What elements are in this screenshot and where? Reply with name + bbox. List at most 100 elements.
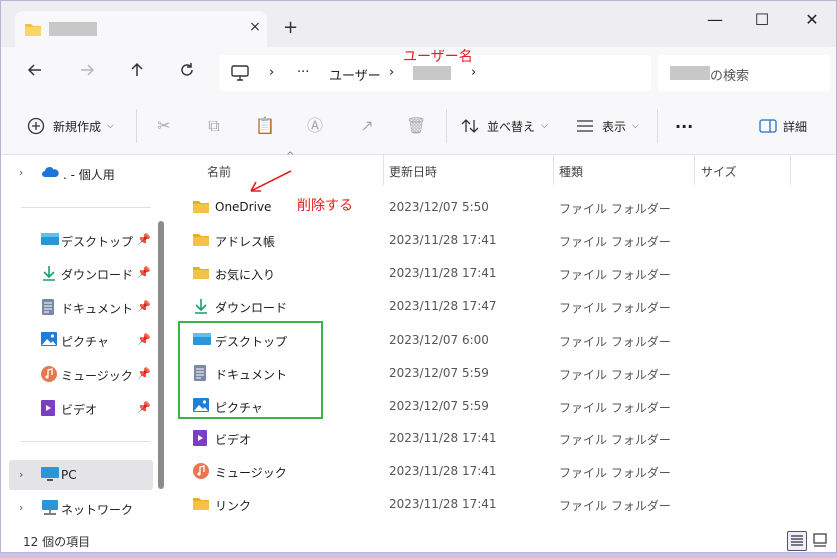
annotation-delete: 削除する: [297, 198, 353, 214]
table-row[interactable]: アドレス帳 2023/11/28 17:41 ファイル フォルダー: [191, 225, 801, 255]
sidebar-item-onedrive[interactable]: › . - 個人用: [9, 158, 153, 188]
file-date: 2023/12/07 6:00: [389, 333, 489, 347]
annotation-username: ユーザー名: [403, 49, 473, 65]
view-list-icon: [577, 120, 593, 132]
folder-icon: [193, 498, 209, 510]
details-pane-button[interactable]: 詳細: [759, 115, 807, 137]
video-icon: [193, 430, 207, 446]
rename-icon[interactable]: Ⓐ: [305, 116, 325, 136]
sort-ascending-icon: ^: [286, 151, 295, 162]
sort-button[interactable]: 並べ替え ⌵: [461, 115, 548, 137]
chevron-right-icon[interactable]: ›: [471, 65, 476, 80]
sidebar-item-downloads[interactable]: ダウンロード 📌: [9, 258, 153, 288]
file-date: 2023/11/28 17:41: [389, 266, 497, 280]
sidebar-item-music[interactable]: ミュージック 📌: [9, 359, 153, 389]
sidebar-divider: [21, 441, 151, 442]
pin-icon[interactable]: 📌: [137, 266, 151, 279]
file-type: ファイル フォルダー: [559, 433, 671, 447]
share-icon[interactable]: ↗: [357, 116, 377, 136]
view-button[interactable]: 表示 ⌵: [576, 115, 639, 137]
pin-icon[interactable]: 📌: [137, 300, 151, 313]
new-label: 新規作成: [53, 119, 102, 134]
file-date: 2023/12/07 5:59: [389, 399, 489, 413]
table-row[interactable]: お気に入り 2023/11/28 17:41 ファイル フォルダー: [191, 258, 801, 288]
video-icon: [41, 400, 55, 416]
sidebar-item-pc[interactable]: › PC: [9, 460, 153, 490]
details-pane-icon: [759, 119, 777, 133]
music-icon: [193, 463, 209, 479]
file-date: 2023/12/07 5:59: [389, 366, 489, 380]
chevron-right-icon[interactable]: ›: [269, 65, 274, 80]
column-header-size[interactable]: サイズ: [701, 163, 737, 180]
column-header-type[interactable]: 種類: [559, 163, 583, 180]
title-bar: × + — ☐ ✕: [1, 1, 836, 47]
arrow-left-icon: [27, 64, 41, 76]
sidebar-item-label: ダウンロード: [61, 268, 134, 282]
copy-icon[interactable]: ⧉: [204, 116, 224, 136]
file-name: リンク: [215, 499, 252, 513]
search-input[interactable]: の検索: [658, 55, 830, 91]
sidebar-item-videos[interactable]: ビデオ 📌: [9, 393, 153, 423]
pictures-icon: [41, 332, 57, 346]
sidebar-divider: [21, 207, 151, 208]
view-label: 表示: [602, 119, 627, 134]
chevron-right-icon[interactable]: ›: [19, 166, 23, 179]
file-name: お気に入り: [215, 268, 276, 282]
chevron-right-icon[interactable]: ›: [19, 501, 23, 514]
chevron-right-icon[interactable]: ›: [19, 468, 23, 481]
minimize-button[interactable]: —: [695, 9, 735, 31]
folder-icon: [25, 24, 41, 36]
details-view-button[interactable]: [787, 531, 807, 551]
new-tab-button[interactable]: +: [283, 17, 298, 38]
table-row[interactable]: ビデオ 2023/11/28 17:41 ファイル フォルダー: [191, 423, 801, 453]
new-button[interactable]: 新規作成 ⌵: [27, 115, 114, 137]
forward-button[interactable]: [75, 61, 99, 85]
cut-icon[interactable]: ✂: [154, 116, 174, 136]
column-divider[interactable]: [694, 155, 695, 185]
tiles-view-button[interactable]: [811, 531, 831, 551]
close-window-button[interactable]: ✕: [792, 9, 832, 31]
column-header-name[interactable]: 名前: [207, 163, 231, 180]
close-tab-icon[interactable]: ×: [247, 19, 263, 35]
sidebar-item-desktop[interactable]: デスクトップ 📌: [9, 225, 153, 255]
chevron-right-icon[interactable]: ›: [389, 65, 394, 80]
breadcrumb-users[interactable]: ユーザー: [329, 65, 381, 84]
delete-icon[interactable]: 🗑: [406, 116, 426, 136]
tab-current-folder[interactable]: ×: [15, 11, 267, 47]
command-bar: 新規作成 ⌵ ✂ ⧉ 📋 Ⓐ ↗ 🗑 並べ替え ⌵ 表示 ⌵ ··· 詳細: [1, 99, 836, 155]
more-options-button[interactable]: ···: [675, 115, 693, 137]
column-divider[interactable]: [383, 155, 384, 185]
document-icon: [42, 299, 54, 315]
table-row[interactable]: リンク 2023/11/28 17:41 ファイル フォルダー: [191, 489, 801, 519]
toolbar-divider: [136, 109, 137, 143]
status-bar: 12 個の項目: [1, 528, 836, 552]
file-name: OneDrive: [215, 200, 272, 214]
table-row[interactable]: ミュージック 2023/11/28 17:41 ファイル フォルダー: [191, 456, 801, 486]
chevron-down-icon: ⌵: [632, 121, 639, 131]
toolbar-divider: [657, 109, 658, 143]
file-type: ファイル フォルダー: [559, 499, 671, 513]
file-name: ダウンロード: [215, 301, 288, 315]
column-header-date[interactable]: 更新日時: [389, 163, 437, 180]
paste-icon[interactable]: 📋: [255, 116, 275, 136]
pin-icon[interactable]: 📌: [137, 401, 151, 414]
sidebar-item-network[interactable]: › ネットワーク: [9, 493, 153, 523]
pin-icon[interactable]: 📌: [137, 367, 151, 380]
pin-icon[interactable]: 📌: [137, 333, 151, 346]
refresh-button[interactable]: [175, 61, 199, 85]
sidebar-item-documents[interactable]: ドキュメント 📌: [9, 292, 153, 322]
column-divider[interactable]: [553, 155, 554, 185]
breadcrumb-username-redacted[interactable]: [413, 66, 451, 80]
file-date: 2023/11/28 17:41: [389, 233, 497, 247]
download-icon: [43, 266, 55, 281]
breadcrumb-more[interactable]: ···: [297, 65, 309, 80]
sidebar-item-pictures[interactable]: ピクチャ 📌: [9, 325, 153, 355]
pin-icon[interactable]: 📌: [137, 233, 151, 246]
column-divider[interactable]: [790, 155, 791, 185]
table-row[interactable]: OneDrive 2023/12/07 5:50 ファイル フォルダー: [191, 192, 801, 222]
back-button[interactable]: [23, 61, 47, 85]
maximize-button[interactable]: ☐: [742, 9, 782, 31]
table-row[interactable]: ダウンロード 2023/11/28 17:47 ファイル フォルダー: [191, 291, 801, 321]
up-button[interactable]: [125, 61, 149, 85]
sidebar-scrollbar[interactable]: [158, 221, 164, 489]
